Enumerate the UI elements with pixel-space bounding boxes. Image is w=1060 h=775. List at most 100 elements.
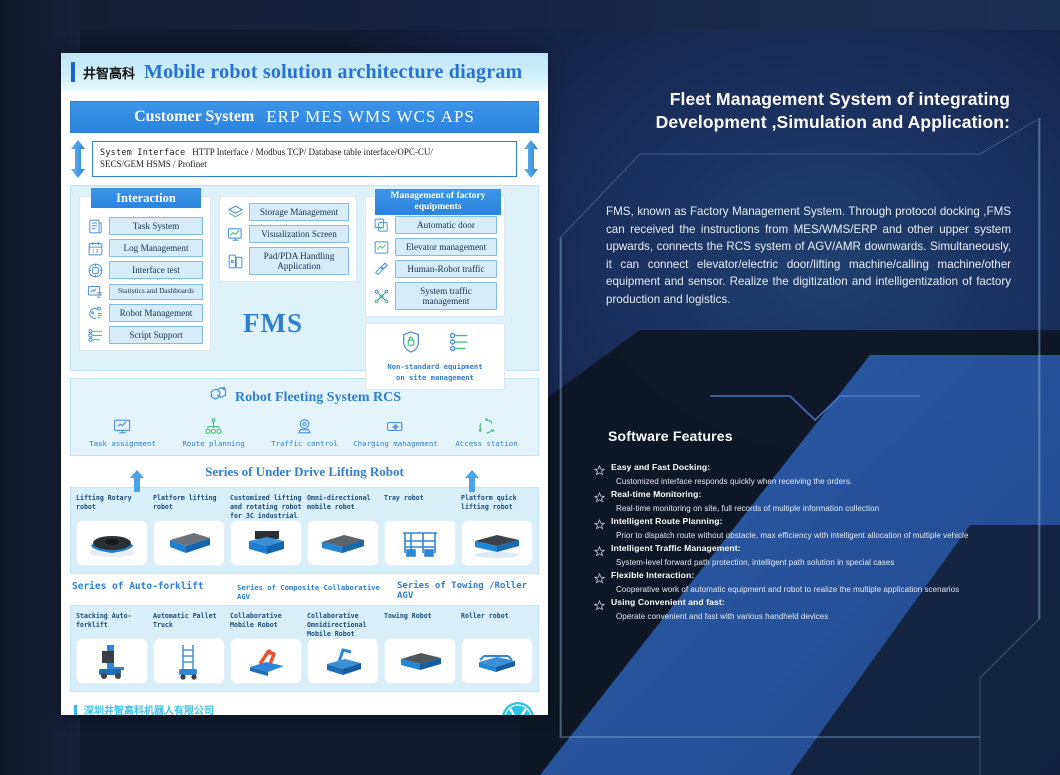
non-standard-line2: on site management [396, 373, 474, 383]
robot-card[interactable]: Lifting Rotary robot [76, 494, 148, 566]
system-interface-label: System Interface [100, 147, 186, 157]
robot-card[interactable]: Towing Robot [384, 612, 456, 684]
rcs-item-route-planning[interactable]: Route planning [168, 415, 259, 448]
interaction-item-interface-test[interactable]: Interface test [87, 261, 203, 280]
rcs-item-charging-management[interactable]: Charging management [350, 415, 441, 448]
interaction-item-script-support[interactable]: Script Support [87, 326, 203, 345]
feature-item: Intelligent Traffic Management: System-l… [593, 543, 1014, 567]
series-label-forklift: Series of Auto-forklift [72, 581, 204, 592]
factory-item-system-traffic[interactable]: System traffic management [373, 282, 497, 311]
feature-title: Easy and Fast Docking: [611, 462, 711, 472]
robots-row1-panel: Lifting Rotary robot Platform lifting ro… [70, 487, 539, 574]
middle-column: Storage Management Visualization Screen … [219, 196, 357, 283]
poster-title: Mobile robot solution architecture diagr… [144, 60, 523, 83]
series-labels-row: Series of Auto-forklift Series of Compos… [70, 581, 539, 601]
robot-card[interactable]: Roller robot [461, 612, 533, 684]
non-standard-line1: Non-standard equipment [387, 362, 483, 372]
interaction-item-label: Interface test [109, 261, 203, 280]
rcs-item-task-assignment[interactable]: Task assignment [77, 415, 168, 448]
interaction-card: Task System Log Management Interface tes… [79, 196, 211, 352]
interaction-caption: Interaction [91, 188, 201, 209]
robot-row: Stacking Auto-forklift Automatic Pallet … [76, 612, 533, 684]
customer-system-bar: Customer System ERP MES WMS WCS APS [70, 101, 539, 133]
rcs-item-label: Task assignment [89, 439, 156, 448]
feature-title: Using Convenient and fast: [611, 597, 725, 607]
system-interface-line2: SECS/GEM HSMS / Profinet [100, 159, 207, 170]
feature-description: Operate convenient and fast with various… [616, 612, 829, 621]
robot-card[interactable]: Omni-directional mobile robot [307, 494, 379, 566]
series-label-composite: Series of Composite Collaborative AGV [237, 583, 380, 601]
platform-quick-lifting-robot-image [461, 520, 533, 566]
robot-card[interactable]: Collaborative Omnidirectional Mobile Rob… [307, 612, 379, 684]
elevator-icon [373, 239, 390, 256]
collaborative-omni-robot-image [307, 638, 379, 684]
factory-item-automatic-door[interactable]: Automatic door [373, 216, 497, 235]
omni-directional-robot-image [307, 520, 379, 566]
rcs-item-label: Charging management [353, 439, 438, 448]
star-icon [593, 463, 606, 476]
roller-robot-image [461, 638, 533, 684]
rcs-item-access-station[interactable]: Access station [441, 415, 532, 448]
middle-item-visualization-screen[interactable]: Visualization Screen [227, 225, 349, 244]
monitor-chart-icon [227, 226, 244, 243]
task-list-icon [87, 218, 104, 235]
robot-card[interactable]: Platform quick lifting robot [461, 494, 533, 566]
series-lifting-bar: Series of Under Drive Lifting Robot [70, 462, 539, 492]
layers-icon [227, 204, 244, 221]
footer-accent-bar [74, 705, 77, 715]
interaction-item-label: Statistics and Dashboards [109, 283, 203, 300]
windows-icon [373, 217, 390, 234]
up-arrow-icon-left [129, 462, 145, 492]
battery-bolt-icon [350, 415, 441, 437]
robot-card[interactable]: Stacking Auto-forklift [76, 612, 148, 684]
architecture-poster: 井智高科 Mobile robot solution architecture … [61, 53, 548, 715]
interaction-item-log-management[interactable]: Log Management [87, 239, 203, 258]
rcs-item-label: Access station [455, 439, 518, 448]
factory-item-elevator-management[interactable]: Elevator management [373, 238, 497, 257]
factory-item-human-robot-traffic[interactable]: Human-Robot traffic [373, 260, 497, 279]
robot-caption: Automatic Pallet Truck [153, 612, 217, 629]
interaction-item-task-system[interactable]: Task System [87, 217, 203, 236]
middle-item-label: Pad/PDA Handling Application [249, 247, 349, 276]
robot-card[interactable]: Tray robot [384, 494, 456, 566]
rcs-item-traffic-control[interactable]: Traffic control [259, 415, 350, 448]
system-interface-row: System Interface HTTP Interface / Modbus… [70, 140, 539, 178]
robot-card[interactable]: Platform lifting robot [153, 494, 225, 566]
poster-header: 井智高科 Mobile robot solution architecture … [61, 53, 548, 91]
calendar-log-icon [87, 240, 104, 257]
factory-item-label: System traffic management [395, 282, 497, 311]
robot-caption: Customized lifting and rotating robot fo… [230, 494, 302, 520]
loop-icon [441, 415, 532, 437]
sliders-icon [87, 327, 104, 344]
poster-body: Customer System ERP MES WMS WCS APS Syst… [61, 91, 548, 715]
robot-card[interactable]: Automatic Pallet Truck [153, 612, 225, 684]
customized-lifting-robot-image [230, 520, 302, 566]
feature-item: Easy and Fast Docking: Customized interf… [593, 462, 1014, 486]
rcs-items: Task assignment Route planning Traffic c… [77, 415, 532, 448]
wellwit-logo [501, 701, 535, 715]
interaction-item-label: Robot Management [109, 304, 203, 323]
right-panel-paragraph: FMS, known as Factory Management System.… [606, 205, 1011, 307]
rcs-title: Robot Fleeting System RCS [234, 389, 402, 405]
robot-caption: Platform lifting robot [153, 494, 217, 511]
middle-item-label: Visualization Screen [249, 225, 349, 244]
interaction-item-robot-management[interactable]: Robot Management [87, 304, 203, 323]
robot-card[interactable]: Customized lifting and rotating robot fo… [230, 494, 302, 566]
robot-card[interactable]: Collaborative Mobile Robot [230, 612, 302, 684]
platform-lifting-robot-image [153, 520, 225, 566]
robot-caption: Roller robot [461, 612, 509, 620]
poster-footer: 深圳井智高科机器人有限公司 Shenzhen Wellwit Robotics … [70, 692, 539, 715]
feature-description: Prior to dispatch route without obstacle… [616, 531, 969, 540]
hierarchy-icon [168, 415, 259, 437]
robots-row2-panel: Stacking Auto-forklift Automatic Pallet … [70, 605, 539, 692]
middle-item-storage-management[interactable]: Storage Management [227, 203, 349, 222]
series-label-towing: Series of Towing /Roller AGV [397, 581, 528, 601]
fms-wordmark: FMS [243, 308, 303, 338]
company-name-cn: 深圳井智高科机器人有限公司 [84, 705, 214, 715]
rcs-item-label: Route planning [182, 439, 245, 448]
robot-caption: Omni-directional mobile robot [307, 494, 371, 511]
middle-item-pad-pda[interactable]: Pad/PDA Handling Application [227, 247, 349, 276]
factory-equipment-caption: Management of factory equipments [375, 189, 501, 215]
interaction-item-statistics[interactable]: Statistics and Dashboards [87, 283, 203, 300]
robot-caption: Tray robot [384, 494, 424, 502]
